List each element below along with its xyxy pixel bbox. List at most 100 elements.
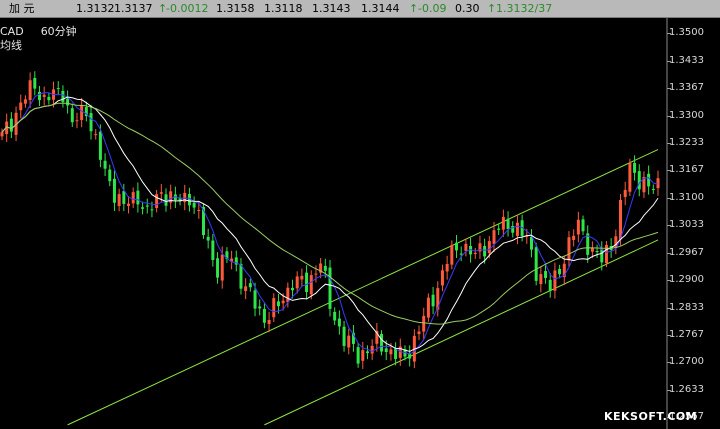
instrument-name: 加 元	[9, 2, 35, 15]
quote-field: 1.3132	[76, 2, 115, 15]
price-tick-label: 1.2700	[667, 356, 704, 368]
candle-body	[534, 247, 538, 281]
candle-body	[150, 209, 154, 211]
candle-body	[98, 131, 102, 160]
candle-body	[56, 88, 60, 90]
candle-body	[89, 113, 93, 132]
quote-field: 1.3132/37	[496, 2, 553, 15]
price-tick-label: 1.2900	[667, 274, 704, 286]
candle-body	[356, 347, 360, 364]
candle-body	[464, 243, 468, 251]
candle-body	[42, 94, 46, 97]
price-tick-label: 1.3233	[667, 137, 704, 149]
price-tick-label: 1.2967	[667, 246, 704, 258]
candle-body	[244, 286, 248, 291]
price-tick-label: 1.2767	[667, 328, 704, 340]
candle-body	[455, 242, 459, 251]
candle-body	[9, 118, 13, 132]
candle-body	[248, 283, 252, 288]
candle-body	[656, 178, 660, 189]
candle-body	[361, 350, 365, 361]
quote-field: 1.3158	[216, 2, 255, 15]
candle-body	[258, 306, 262, 309]
candle-body	[23, 99, 27, 104]
candle-body	[501, 216, 505, 230]
price-tick-label: 1.3367	[667, 82, 704, 94]
candle-body	[384, 348, 388, 353]
candle-body	[305, 272, 309, 292]
candle-body	[558, 268, 562, 275]
candle-body	[544, 271, 548, 278]
candle-body	[286, 287, 290, 303]
candle-body	[633, 163, 637, 173]
candle-body	[426, 297, 430, 318]
candle-body	[323, 265, 327, 271]
candle-body	[253, 290, 257, 309]
candle-body	[117, 194, 121, 206]
price-tick-label: 1.3433	[667, 54, 704, 66]
price-chart[interactable]	[0, 18, 720, 429]
candle-body	[487, 241, 491, 254]
candle-body	[417, 331, 421, 335]
price-tick-label: 1.2633	[667, 383, 704, 395]
candle-body	[206, 236, 210, 241]
candle-body	[576, 219, 580, 235]
candle-body	[483, 246, 487, 257]
candle-body	[0, 132, 4, 137]
candle-body	[422, 315, 426, 332]
channel-line	[264, 239, 659, 426]
quote-field: 1.3143	[312, 2, 351, 15]
change-up-arrow-icon: ↑	[409, 2, 419, 15]
candle-body	[187, 194, 191, 206]
candle-body	[262, 308, 266, 323]
candle-body	[333, 311, 337, 321]
candle-body	[239, 263, 243, 289]
candle-body	[216, 258, 220, 278]
candle-body	[628, 163, 632, 192]
candle-body	[281, 300, 285, 304]
quote-field: 1.3144	[361, 2, 400, 15]
candle-body	[497, 228, 501, 230]
symbol-label: CAD	[0, 25, 24, 38]
candle-body	[337, 318, 341, 327]
candle-body	[581, 219, 585, 232]
candle-body	[33, 77, 37, 89]
candle-body	[539, 274, 543, 285]
candle-body	[183, 192, 187, 203]
change-up-arrow-icon: ↑	[487, 2, 497, 15]
candle-body	[380, 334, 384, 352]
candle-body	[600, 249, 604, 263]
candle-body	[28, 80, 32, 101]
candle-body	[567, 237, 571, 261]
quote-field: -0.09	[418, 2, 447, 15]
candle-body	[267, 319, 271, 325]
candle-body	[159, 192, 163, 194]
candle-body	[295, 276, 299, 289]
candle-body	[342, 326, 346, 346]
candle-body	[122, 191, 126, 204]
candle-body	[647, 173, 651, 187]
candle-body	[300, 275, 304, 280]
candle-body	[473, 252, 477, 254]
candle-body	[145, 205, 149, 207]
candle-body	[141, 207, 145, 209]
quote-field: -0.0012	[166, 2, 209, 15]
candle-body	[619, 200, 623, 240]
candle-body	[164, 194, 168, 206]
price-tick-label: 1.3300	[667, 109, 704, 121]
candle-body	[220, 254, 224, 281]
price-tick-label: 1.3500	[667, 27, 704, 39]
candle-body	[136, 190, 140, 205]
price-axis: 1.3500 1.3433 1.3367 1.3300 1.3233 1.3167 1.31…	[667, 18, 720, 429]
candle-body	[492, 230, 496, 244]
candle-body	[548, 279, 552, 291]
candle-body	[445, 264, 449, 272]
candle-body	[347, 335, 351, 348]
candle-body	[389, 349, 393, 355]
price-tick-label: 1.3100	[667, 191, 704, 203]
candle-body	[370, 345, 374, 354]
candle-body	[604, 244, 608, 264]
candle-body	[197, 209, 201, 211]
quote-bar: 加 元 1.3132 1.3137 ↑ -0.0012 1.3158 1.311…	[0, 0, 720, 18]
candle-body	[272, 298, 276, 318]
